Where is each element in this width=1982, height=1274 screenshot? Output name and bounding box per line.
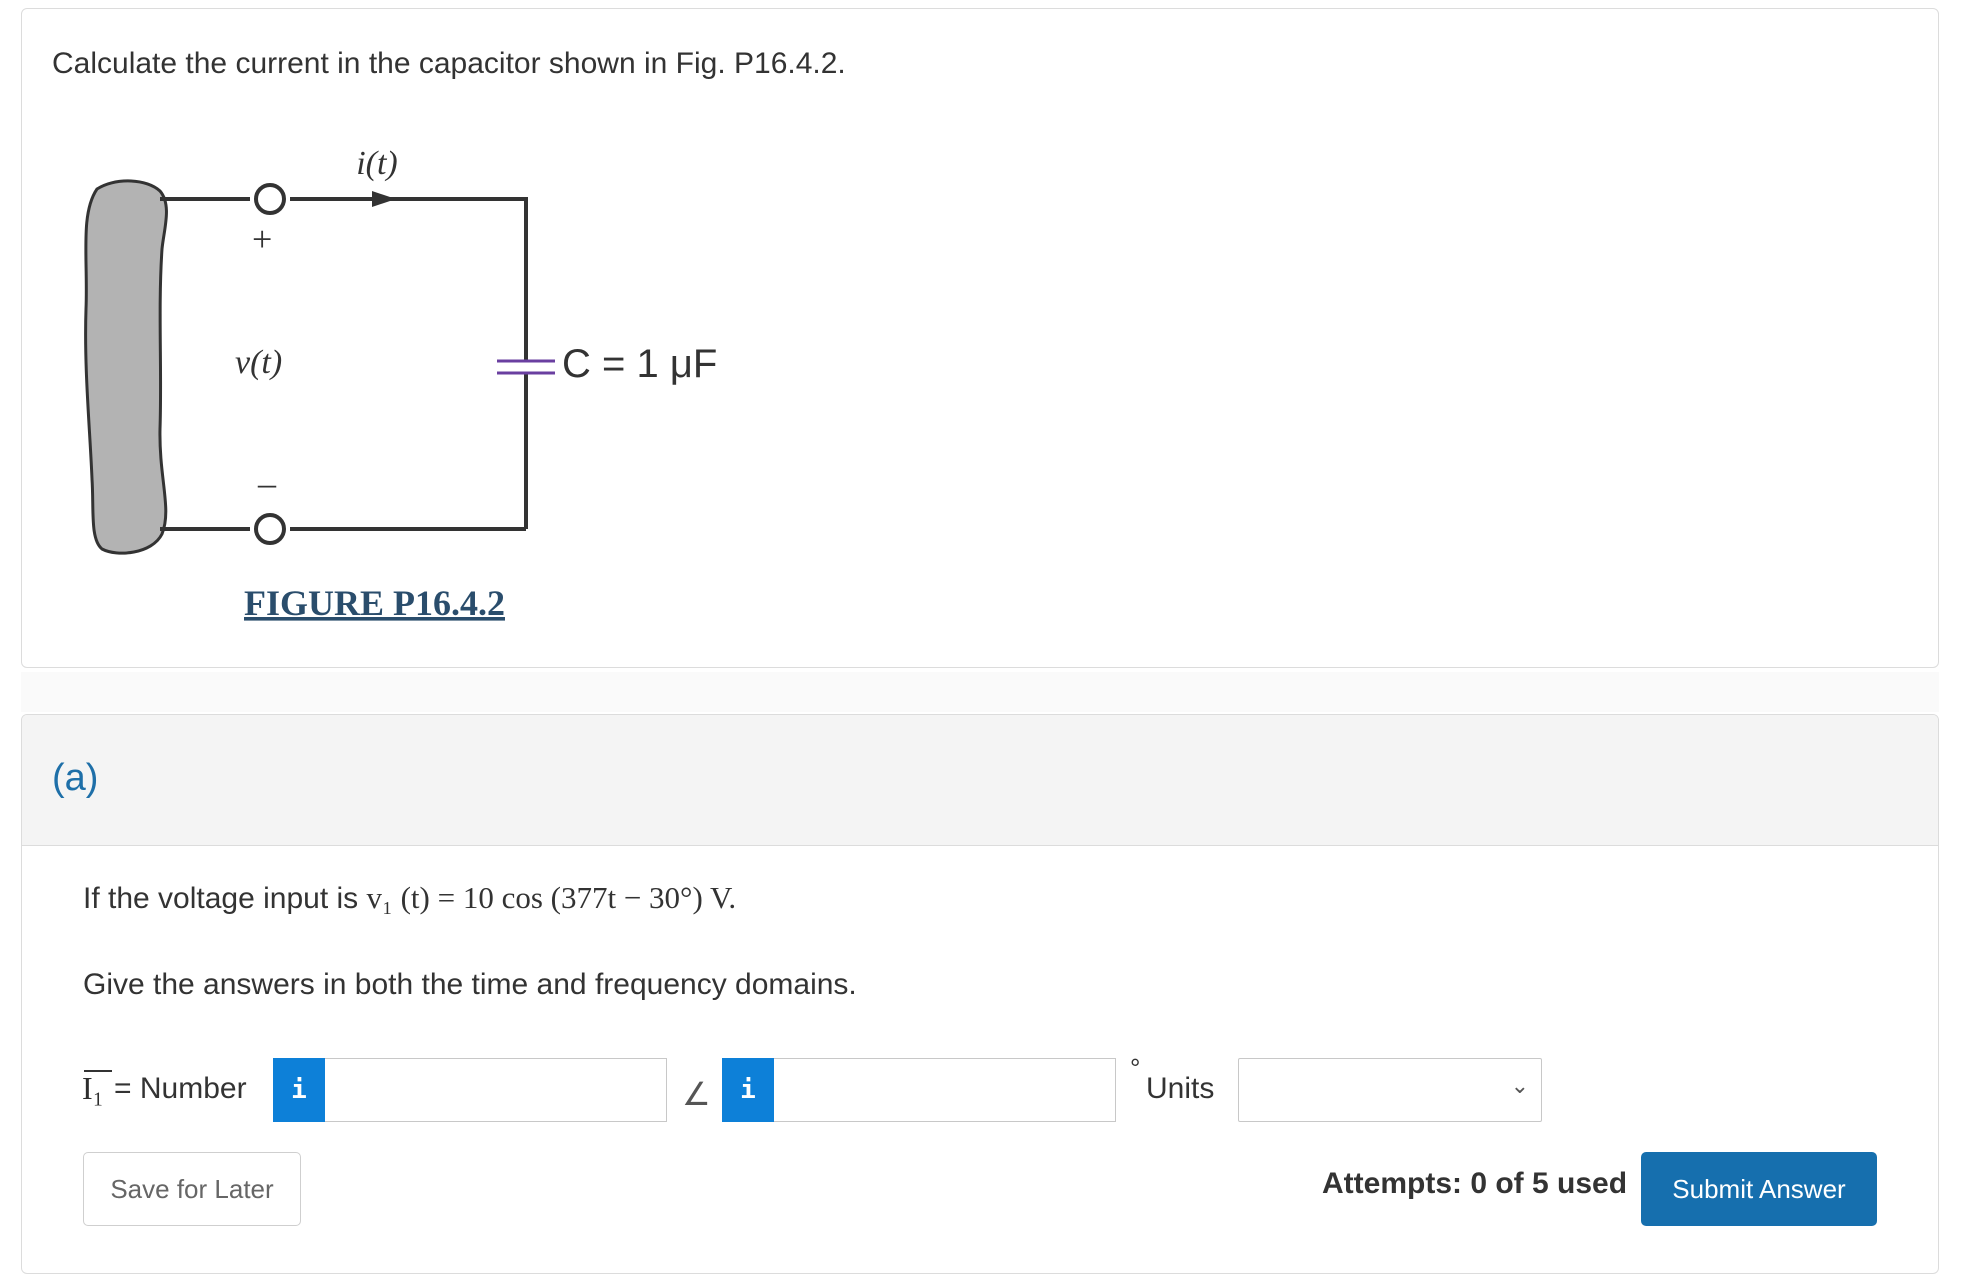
part-a-header: (a) (22, 715, 1938, 846)
bottom-terminal (254, 513, 286, 545)
section-gap (21, 672, 1939, 712)
minus-sign: – (257, 463, 277, 503)
plus-sign: + (252, 219, 272, 259)
magnitude-input[interactable] (325, 1058, 667, 1122)
phasor-overbar (84, 1070, 112, 1072)
capacitor-label: C = 1 μF (562, 342, 717, 386)
units-dropdown[interactable]: ⌄ (1238, 1058, 1542, 1122)
question-card: Calculate the current in the capacitor s… (21, 8, 1939, 668)
info-icon[interactable]: i (722, 1058, 774, 1122)
equals-number-label: = Number (114, 1072, 247, 1105)
angle-input[interactable] (774, 1058, 1116, 1122)
voltage-statement: If the voltage input is v₁ (t) = 10 cos … (83, 880, 736, 916)
figure-caption: FIGURE P16.4.2 (244, 583, 505, 623)
phasor-variable-text: I₁ (82, 1070, 104, 1106)
chevron-down-icon: ⌄ (1510, 1073, 1529, 1098)
current-arrow (372, 191, 396, 207)
current-label: i(t) (356, 145, 398, 182)
top-terminal (254, 183, 286, 215)
voltage-expression: v₁ (t) = 10 cos (377t − 30°) V. (366, 880, 737, 915)
voltage-prefix: If the voltage input is (83, 882, 367, 915)
attempts-counter: Attempts: 0 of 5 used (1322, 1167, 1628, 1200)
info-icon[interactable]: i (273, 1058, 325, 1122)
voltage-label: v(t) (235, 344, 282, 381)
circuit-figure: i(t) + v(t) – C = 1 μF FIGURE P16.4.2 (84, 145, 717, 623)
save-for-later-button[interactable]: Save for Later (83, 1152, 301, 1226)
submit-answer-button[interactable]: Submit Answer (1641, 1152, 1877, 1226)
part-a-label: (a) (52, 757, 99, 799)
phasor-variable: I₁ (82, 1070, 112, 1107)
source-blob (84, 179, 168, 555)
units-label: Units (1146, 1072, 1215, 1105)
instruction-text: Give the answers in both the time and fr… (83, 968, 857, 1001)
part-a-card: (a) If the voltage input is v₁ (t) = 10 … (21, 714, 1939, 1274)
degree-symbol: ° (1130, 1053, 1141, 1083)
angle-icon: ∠ (682, 1076, 711, 1112)
